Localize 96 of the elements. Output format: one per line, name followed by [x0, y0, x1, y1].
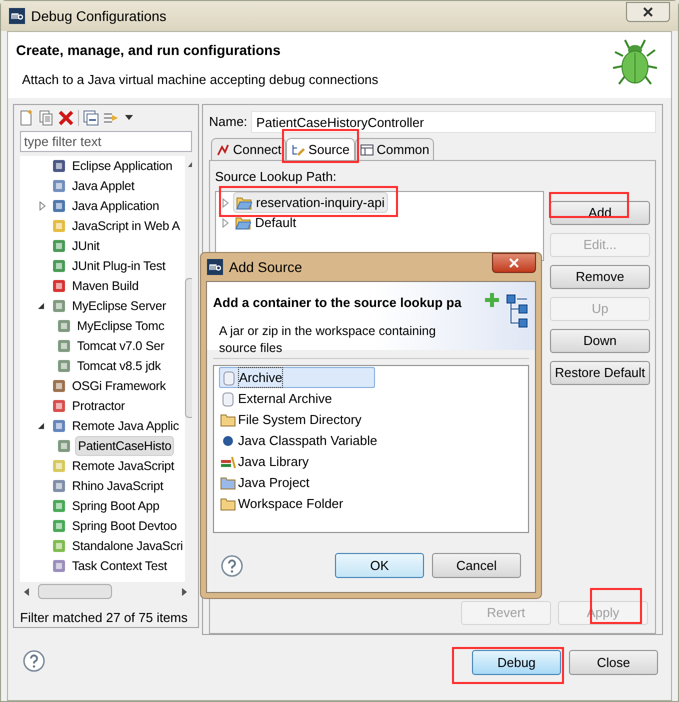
filter-status: Filter matched 27 of 75 items [19, 608, 189, 626]
config-icon [51, 458, 67, 474]
tree-item[interactable]: Eclipse Application [70, 156, 174, 176]
config-icon [51, 398, 67, 414]
push-button[interactable]: Debug [472, 650, 561, 675]
tree-item[interactable]: PatientCaseHisto [75, 436, 174, 456]
config-icon [51, 258, 67, 274]
tree-item[interactable]: Standalone JavaScri [70, 536, 185, 556]
config-icon [51, 178, 67, 194]
tree-item[interactable]: Maven Build [70, 276, 141, 296]
config-icon [56, 358, 72, 374]
delete-icon[interactable] [58, 110, 74, 126]
section-label: Source Lookup Path: [215, 168, 338, 186]
tree-item[interactable]: OSGi Framework [70, 376, 168, 396]
config-icon [51, 518, 67, 534]
tree-item[interactable]: Spring Boot Devtoo [70, 516, 179, 536]
header-subtitle: Attach to a Java virtual machine accepting debug connections [21, 71, 380, 89]
window-title: Debug Configurations [31, 6, 166, 26]
close-button[interactable] [492, 253, 536, 273]
tree-item[interactable]: JUnit [70, 236, 102, 256]
config-icon [51, 538, 67, 554]
collapse-all-icon[interactable] [83, 110, 99, 126]
config-icon [51, 418, 67, 434]
close-button[interactable] [626, 2, 670, 22]
type-icon [221, 370, 237, 386]
tab-icon [291, 142, 306, 156]
list-item[interactable]: Java Classpath Variable [219, 430, 375, 451]
header-title: Create, manage, and run configurations [16, 41, 282, 60]
folder-icon [236, 196, 252, 210]
tree-item[interactable]: Rhino JavaScript [70, 476, 166, 496]
list-item[interactable]: External Archive [219, 388, 375, 409]
config-icon [51, 238, 67, 254]
list-item[interactable]: Workspace Folder [219, 493, 375, 514]
config-icon [51, 478, 67, 494]
config-icon [51, 498, 67, 514]
header-description: A jar or zip in the workspace containing source files [218, 322, 437, 356]
tree-item[interactable]: Java Application [70, 196, 162, 216]
tab-icon [360, 142, 374, 156]
type-icon [220, 412, 236, 428]
list-item[interactable]: Java Project [219, 472, 375, 493]
push-button[interactable]: Cancel [432, 553, 521, 578]
tab[interactable]: Common [354, 138, 434, 160]
tree-item[interactable]: Tomcat v8.5 jdk [75, 356, 163, 376]
list-item[interactable]: File System Directory [219, 409, 375, 430]
dropdown-caret-icon[interactable] [125, 115, 133, 121]
tree-item[interactable]: MyEclipse Server [70, 296, 168, 316]
push-button[interactable]: Remove [550, 264, 650, 288]
tree-item[interactable]: Tomcat v7.0 Ser [75, 336, 166, 356]
type-icon [220, 496, 236, 512]
tab[interactable]: Source [286, 138, 355, 160]
filter-field[interactable]: type filter text [20, 131, 192, 152]
config-icon [51, 198, 67, 214]
name-label: Name: [209, 113, 248, 132]
app-logo-icon [9, 8, 25, 24]
folder-icon [235, 216, 251, 230]
tab-icon [216, 142, 230, 156]
tree-item[interactable]: reservation-inquiry-api [233, 192, 388, 214]
tree-item[interactable]: MyEclipse Tomc [75, 316, 166, 336]
help-icon[interactable] [221, 554, 243, 576]
type-icon [220, 390, 236, 406]
list-item[interactable]: Archive [219, 367, 375, 388]
tree-item[interactable]: Default [233, 212, 298, 232]
config-icon [51, 218, 67, 234]
name-field[interactable]: PatientCaseHistoryController [251, 111, 656, 133]
dialog-title: Add Source [229, 258, 302, 276]
config-icon [51, 558, 67, 574]
tree-item[interactable]: Spring Boot App [70, 496, 162, 516]
config-icon [51, 298, 67, 314]
list-item[interactable]: Java Library [219, 451, 375, 472]
new-file-icon[interactable] [18, 110, 34, 126]
push-button[interactable]: OK [335, 553, 424, 578]
tree-item[interactable]: JUnit Plug-in Test [70, 256, 168, 276]
scroll-left-icon[interactable] [24, 588, 30, 596]
tree-item[interactable]: Protractor [70, 396, 127, 416]
close-icon [643, 7, 653, 17]
type-icon [220, 474, 236, 490]
close-icon [509, 258, 519, 268]
header-title: Add a container to the source lookup pa [213, 294, 462, 312]
config-icon [51, 378, 67, 394]
tab[interactable]: Connect [211, 138, 286, 160]
app-logo-icon [207, 259, 223, 275]
scroll-right-icon[interactable] [182, 588, 188, 596]
tree-item[interactable]: JavaScript in Web A [70, 216, 182, 236]
config-icon [56, 318, 72, 334]
config-icon [56, 338, 72, 354]
push-button[interactable]: Close [569, 650, 658, 675]
help-icon[interactable] [23, 650, 45, 672]
config-icon [56, 438, 72, 454]
config-icon [51, 278, 67, 294]
tree-item[interactable]: Remote JavaScript [70, 456, 176, 476]
tree-item[interactable]: Java Applet [70, 176, 136, 196]
duplicate-icon[interactable] [38, 110, 54, 126]
push-button[interactable]: Restore Default [550, 360, 650, 384]
push-button[interactable]: Down [550, 328, 650, 352]
tree-item[interactable]: Remote Java Applic [70, 416, 181, 436]
tree-item[interactable]: Task Context Test [70, 556, 170, 576]
